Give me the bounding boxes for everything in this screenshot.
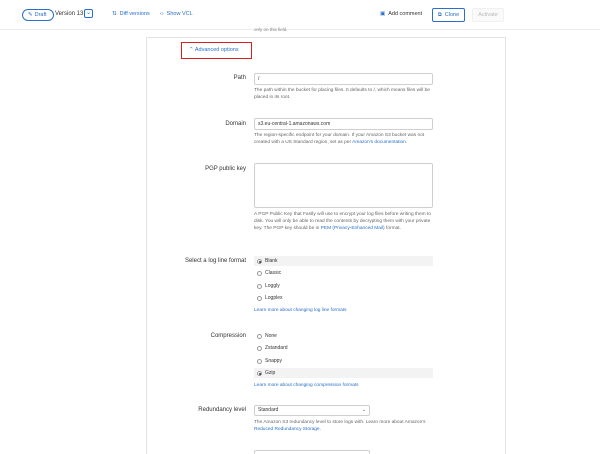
radio-icon [257, 333, 262, 339]
code-icon: ‹› [160, 11, 164, 17]
diff-versions-label: Diff versions [119, 11, 150, 17]
option-label: Snappy [265, 358, 282, 364]
domain-input[interactable]: s3.eu-central-1.amazonaws.com [254, 118, 433, 130]
option-label: Loggly [265, 283, 280, 289]
top-toolbar: ✎ Draft Version 13 ⌄ ⇅ Diff versions ‹› … [0, 0, 600, 30]
log-format-option-loggly[interactable]: Loggly [254, 281, 433, 291]
next-field-input[interactable] [254, 450, 370, 454]
activate-button[interactable]: Activate [472, 8, 504, 22]
redundancy-label: Redundancy level [198, 407, 246, 413]
top-fragment-text: only on this field. [254, 27, 288, 32]
show-vcl-link[interactable]: ‹› Show VCL [160, 11, 193, 17]
comment-icon: ▣ [380, 11, 386, 17]
radio-icon [257, 295, 262, 301]
compression-option-gzip[interactable]: Gzip [254, 368, 433, 378]
radio-icon [257, 270, 262, 276]
path-help: The path within the bucket for placing f… [254, 88, 430, 100]
domain-help: The region-specific endpoint for your do… [254, 132, 434, 146]
radio-icon [257, 283, 262, 289]
version-label: Version 13 [55, 11, 84, 17]
option-label: Blank [265, 258, 278, 264]
radio-icon [257, 358, 262, 364]
chevron-up-icon: ⌃ [189, 47, 194, 53]
option-label: Classic [265, 270, 282, 276]
radio-selected-icon [257, 370, 262, 376]
radio-icon [257, 345, 262, 351]
chevron-down-icon: ⌄ [85, 10, 92, 16]
activate-label: Activate [478, 12, 498, 18]
option-label: Gzip [265, 370, 276, 376]
redundancy-selected-value: Standard [258, 407, 279, 413]
advanced-options-toggle[interactable]: ⌃ Advanced options [189, 47, 239, 53]
log-format-option-logplex[interactable]: Logplex [254, 293, 433, 303]
domain-help-end: . [405, 140, 408, 145]
draft-label: Draft [34, 12, 47, 18]
pem-link[interactable]: PEM (Privacy-Enhanced Mail) [321, 226, 385, 231]
clone-label: Clone [444, 12, 460, 18]
add-comment-label: Add comment [388, 11, 423, 17]
pgp-help-end: format. [384, 226, 401, 231]
show-vcl-label: Show VCL [166, 11, 193, 17]
log-format-option-classic[interactable]: Classic [254, 268, 433, 278]
pencil-icon: ✎ [28, 12, 33, 18]
domain-label: Domain [225, 121, 246, 127]
diff-versions-link[interactable]: ⇅ Diff versions [112, 11, 150, 17]
clone-button[interactable]: ⧉ Clone [432, 8, 465, 22]
redundancy-select[interactable]: Standard ⌄ [254, 405, 370, 416]
radio-selected-icon [257, 258, 262, 264]
option-label: None [265, 333, 277, 339]
compression-option-snappy[interactable]: Snappy [254, 356, 433, 366]
advanced-options-label: Advanced options [194, 47, 239, 53]
compression-option-none[interactable]: None [254, 331, 433, 341]
option-label: Logplex [265, 295, 283, 301]
redundancy-help-end: . [319, 427, 321, 432]
pgp-help: A PGP Public Key that Fastly will use to… [254, 211, 434, 232]
version-dropdown-button[interactable]: ⌄ [84, 9, 93, 18]
log-format-learn-more-link[interactable]: Learn more about changing log line forma… [254, 307, 434, 314]
draft-badge[interactable]: ✎ Draft [22, 9, 54, 21]
pgp-textarea[interactable] [254, 163, 433, 208]
redundancy-help-text: The Amazon S3 redundancy level to store … [254, 420, 426, 425]
compression-label: Compression [210, 333, 246, 339]
chevron-down-icon: ⌄ [361, 407, 366, 413]
clone-icon: ⧉ [437, 11, 442, 18]
path-input[interactable]: / [254, 73, 433, 85]
reduced-redundancy-link[interactable]: Reduced Redundancy Storage [254, 427, 320, 432]
diff-icon: ⇅ [112, 11, 117, 17]
compression-learn-more-link[interactable]: Learn more about changing compression fo… [254, 382, 434, 389]
log-format-option-blank[interactable]: Blank [254, 256, 433, 266]
compression-option-zstandard[interactable]: Zstandard [254, 343, 433, 353]
amazon-docs-link[interactable]: Amazon's documentation [352, 140, 406, 145]
path-label: Path [233, 75, 246, 81]
option-label: Zstandard [265, 345, 288, 351]
add-comment-link[interactable]: ▣ Add comment [380, 11, 422, 17]
log-format-label: Select a log line format [184, 258, 246, 264]
pgp-label: PGP public key [205, 166, 246, 172]
redundancy-help: The Amazon S3 redundancy level to store … [254, 419, 434, 433]
